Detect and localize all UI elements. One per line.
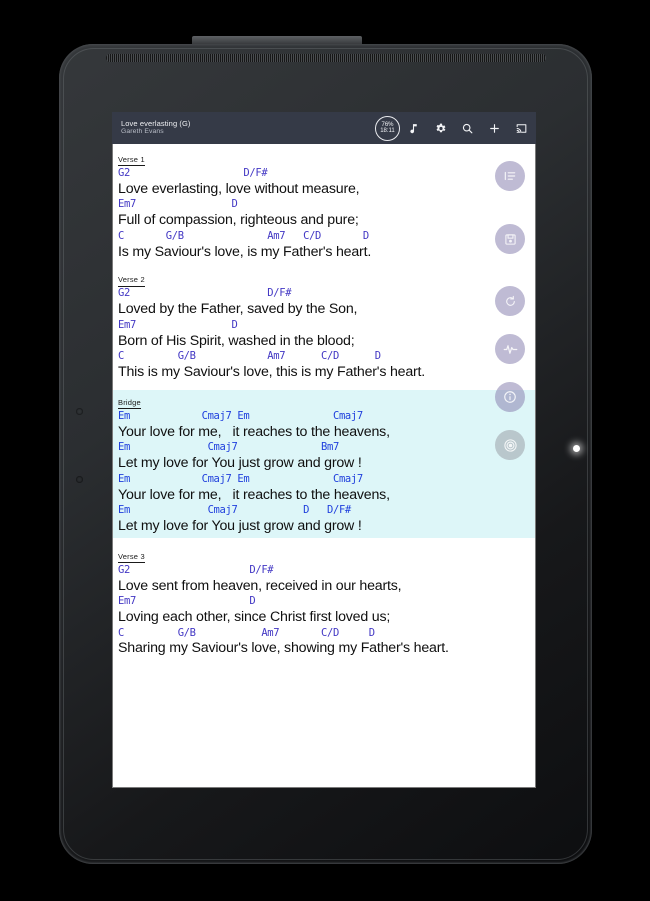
song-section: Verse 3 G2 D/F# Love sent from heaven, r… [113, 546, 535, 658]
chord-line: C G/B Am7 C/D D [118, 350, 381, 363]
info-icon[interactable] [495, 382, 525, 412]
chord-line: Em Cmaj7 Em Cmaj7 [118, 409, 363, 422]
device-led-indicator [573, 445, 580, 452]
gear-icon[interactable] [433, 121, 448, 136]
lyric-line: Love sent from heaven, received in our h… [118, 577, 402, 594]
chord-line: C G/B Am7 C/D D [118, 229, 369, 242]
section-label: Verse 3 [118, 552, 145, 563]
chord-line: Em7 D [118, 198, 238, 211]
chord-line: C G/B Am7 C/D D [118, 626, 375, 639]
clock-label: 18:11 [380, 128, 395, 134]
battery-status-ring[interactable]: 76% 18:11 [375, 115, 400, 141]
tablet-screen: Love everlasting (G) Gareth Evans 76% 18… [112, 112, 536, 788]
target-icon[interactable] [495, 430, 525, 460]
music-note-icon[interactable] [406, 121, 421, 136]
section-label: Verse 1 [118, 155, 145, 167]
metronome-pulse-icon[interactable] [495, 334, 525, 364]
save-icon[interactable] [495, 224, 525, 254]
device-top-nub [192, 36, 362, 45]
song-section-bridge: Bridge Em Cmaj7 Em Cmaj7 Your love for m… [113, 389, 535, 538]
lyric-line: Born of His Spirit, washed in the blood; [118, 332, 355, 349]
section-label: Bridge [118, 398, 141, 409]
device-side-button-top[interactable] [76, 408, 83, 415]
lyric-line: Love everlasting, love without measure, [118, 180, 360, 197]
chord-line: G2 D/F# [118, 167, 268, 179]
song-header[interactable]: Love everlasting (G) Gareth Evans [121, 118, 191, 136]
speaker-grille [106, 54, 546, 62]
app-bar-actions [406, 121, 529, 136]
song-section: Verse 2 G2 D/F# Loved by the Father, sav… [113, 269, 535, 381]
chord-line: Em Cmaj7 Em Cmaj7 [118, 472, 363, 485]
app-bar: Love everlasting (G) Gareth Evans 76% 18… [112, 112, 536, 144]
lyric-line: Let my love for You just grow and grow ! [118, 518, 362, 535]
refresh-icon[interactable] [495, 286, 525, 316]
song-title: Love everlasting (G) [121, 118, 191, 128]
plus-icon[interactable] [487, 121, 502, 136]
lyric-line: Let my love for You just grow and grow ! [118, 455, 362, 472]
setlist-icon[interactable] [495, 161, 525, 191]
lyric-line: Loved by the Father, saved by the Son, [118, 301, 358, 318]
song-sheet[interactable]: Verse 1 G2 D/F# Love everlasting, love w… [112, 144, 536, 788]
lyric-line: Sharing my Saviour's love, showing my Fa… [118, 640, 449, 657]
chord-line: Em7 D [118, 595, 256, 608]
chord-line: Em7 D [118, 318, 238, 331]
cast-icon[interactable] [514, 121, 529, 136]
lyric-line: Your love for me, it reaches to the heav… [118, 423, 390, 440]
lyric-line: Full of compassion, righteous and pure; [118, 212, 359, 229]
lyric-line: Loving each other, since Christ first lo… [118, 609, 391, 626]
chord-line: Em Cmaj7 D D/F# [118, 504, 351, 517]
song-section: Verse 1 G2 D/F# Love everlasting, love w… [113, 149, 535, 261]
section-label: Verse 2 [118, 275, 145, 287]
lyric-line: Your love for me, it reaches to the heav… [118, 486, 390, 503]
song-artist: Gareth Evans [121, 128, 164, 136]
lyric-line: This is my Saviour's love, this is my Fa… [118, 364, 426, 381]
chord-line: G2 D/F# [118, 563, 274, 576]
lyric-line: Is my Saviour's love, is my Father's hea… [118, 243, 372, 260]
chord-line: G2 D/F# [118, 287, 292, 300]
search-icon[interactable] [460, 121, 475, 136]
device-side-button-bottom[interactable] [76, 476, 83, 483]
chord-line: Em Cmaj7 Bm7 [118, 441, 339, 454]
